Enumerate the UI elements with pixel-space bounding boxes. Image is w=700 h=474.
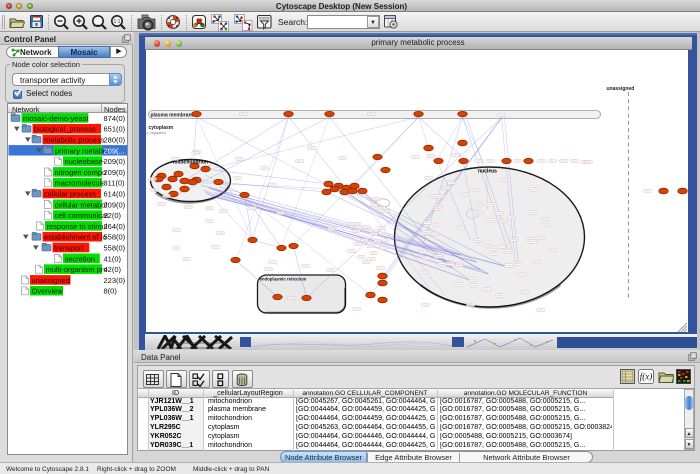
svg-text:22(0): 22(0) bbox=[104, 211, 122, 220]
svg-text:264(0): 264(0) bbox=[104, 222, 126, 231]
svg-text:unassigned: unassigned bbox=[32, 276, 70, 285]
svg-text:Overview: Overview bbox=[32, 287, 64, 296]
svg-text:cellular metabol: cellular metabol bbox=[55, 200, 108, 209]
svg-text:multi-organism pro: multi-organism pro bbox=[46, 265, 108, 274]
svg-text:209(0): 209(0) bbox=[104, 168, 126, 177]
svg-text:establishment of lo: establishment of lo bbox=[44, 233, 107, 242]
svg-text:transport: transport bbox=[54, 244, 85, 253]
svg-text:209(0): 209(0) bbox=[104, 157, 126, 166]
svg-text:cell communicat: cell communicat bbox=[55, 211, 110, 220]
svg-text:cellular process: cellular process bbox=[44, 190, 96, 199]
svg-text:mosaic-demo-yeast: mosaic-demo-yeast bbox=[23, 114, 89, 123]
svg-text:280(0): 280(0) bbox=[104, 136, 126, 145]
svg-text:nucleobase-: nucleobase- bbox=[65, 157, 106, 166]
svg-text:42(0): 42(0) bbox=[104, 265, 122, 274]
svg-text:8(0): 8(0) bbox=[104, 287, 118, 296]
svg-text:874(0): 874(0) bbox=[104, 114, 126, 123]
svg-text:558(0): 558(0) bbox=[104, 244, 126, 253]
svg-text:secretion: secretion bbox=[65, 254, 95, 263]
svg-text:41(0): 41(0) bbox=[104, 254, 122, 263]
svg-text:nucleus: nucleus bbox=[478, 169, 497, 175]
svg-text:558(0): 558(0) bbox=[104, 233, 126, 242]
svg-text:response to stimul: response to stimul bbox=[47, 222, 108, 231]
svg-text:651(0): 651(0) bbox=[104, 125, 126, 134]
svg-text:614(0): 614(0) bbox=[104, 190, 126, 199]
svg-text:311(0): 311(0) bbox=[104, 179, 126, 188]
svg-text:macromolecule: macromolecule bbox=[55, 179, 106, 188]
svg-text:o_regulation: o_regulation bbox=[146, 131, 165, 135]
svg-text:209(0): 209(0) bbox=[104, 200, 126, 209]
svg-text:biological_process: biological_process bbox=[34, 125, 96, 134]
svg-text:f(x): f(x) bbox=[640, 372, 653, 382]
svg-text:primary metabo: primary metabo bbox=[55, 146, 107, 155]
svg-text:nitrogen compo: nitrogen compo bbox=[55, 168, 107, 177]
svg-text:metabolic process: metabolic process bbox=[44, 136, 105, 145]
svg-text:mitochondrion: mitochondrion bbox=[173, 160, 208, 166]
svg-text:endoplasmic reticulum: endoplasmic reticulum bbox=[259, 277, 306, 282]
svg-text:unassigned: unassigned bbox=[606, 86, 634, 92]
svg-text:223(0): 223(0) bbox=[104, 276, 126, 285]
svg-text:plasma membrane: plasma membrane bbox=[150, 113, 194, 119]
svg-text:209(...: 209(... bbox=[104, 146, 125, 155]
